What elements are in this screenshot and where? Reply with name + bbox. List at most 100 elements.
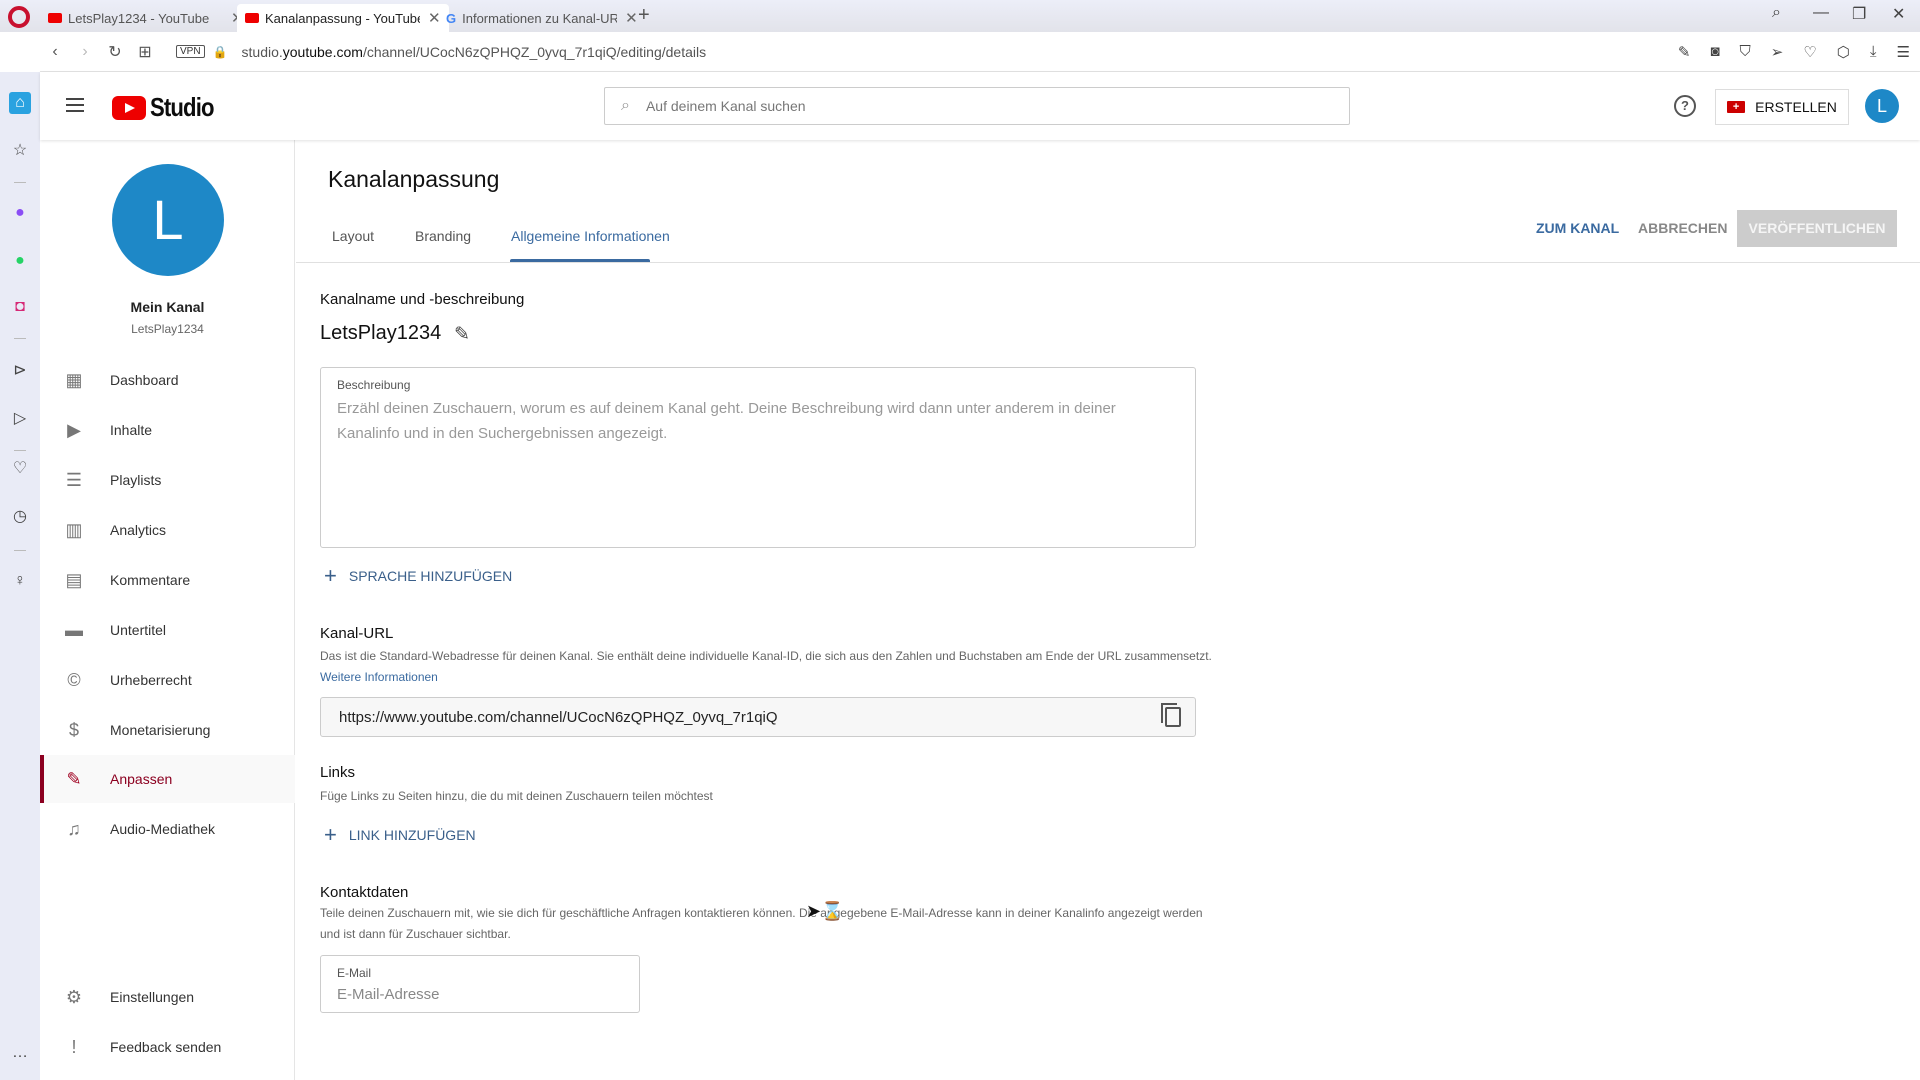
sidebar-item-audio-mediathek[interactable]: ♫ Audio-Mediathek: [40, 805, 295, 853]
description-label: Beschreibung: [337, 378, 411, 392]
content-icon: ▶: [67, 420, 81, 440]
edit-icon[interactable]: ✎: [1678, 43, 1691, 61]
channel-url-value[interactable]: https://www.youtube.com/channel/UCocN6zQ…: [339, 709, 1165, 726]
easy-setup-icon[interactable]: ☰: [1897, 43, 1910, 61]
address-bar-icons: ✎ ◙ ⛉ ➢ ♡ ⬡ ⤓ ☰: [1678, 43, 1910, 61]
channel-avatar[interactable]: L: [112, 164, 224, 276]
new-tab-button[interactable]: +: [638, 4, 650, 27]
sidebar-item-label: Untertitel: [110, 622, 167, 638]
opera-logo-icon[interactable]: [8, 6, 30, 28]
back-icon[interactable]: ‹: [40, 43, 70, 61]
lightbulb-icon[interactable]: ♀: [9, 570, 31, 592]
playlists-icon: ☰: [65, 470, 83, 490]
tab-label: LetsPlay1234 - YouTube: [68, 10, 210, 26]
sidebar-item-untertitel[interactable]: ▬ Untertitel: [40, 606, 295, 654]
tab-allgemeine-informationen[interactable]: Allgemeine Informationen: [511, 228, 670, 244]
name-section-heading: Kanalname und -beschreibung: [320, 291, 525, 308]
create-label: ERSTELLEN: [1755, 99, 1837, 115]
channel-name: LetsPlay1234: [320, 322, 442, 344]
url-help-text: Das ist die Standard-Webadresse für dein…: [320, 646, 1220, 688]
browser-tab[interactable]: LetsPlay1234 - YouTube ✕: [40, 4, 252, 32]
send-icon[interactable]: ➢: [1771, 43, 1784, 61]
add-language-button[interactable]: + SPRACHE HINZUFÜGEN: [324, 563, 512, 589]
channel-url-field: https://www.youtube.com/channel/UCocN6zQ…: [320, 697, 1196, 737]
tab-label: Kanalanpassung - YouTube: [265, 10, 420, 26]
window-close-icon[interactable]: ✕: [1892, 4, 1905, 24]
url-field[interactable]: studio.youtube.com/channel/UCocN6zQPHQZ_…: [242, 44, 707, 60]
heart-icon[interactable]: ♡: [1803, 43, 1816, 61]
camera-icon[interactable]: ◙: [1710, 43, 1719, 61]
send-icon[interactable]: ▷: [9, 408, 31, 430]
channel-title: Mein Kanal: [130, 299, 205, 315]
create-button[interactable]: + ERSTELLEN: [1715, 89, 1849, 125]
subtitles-icon: ▬: [65, 620, 83, 640]
sidebar-item-label: Inhalte: [110, 422, 153, 438]
copyright-icon: ©: [67, 670, 81, 690]
sidebar-divider: [14, 182, 26, 183]
email-field: E-Mail: [320, 955, 640, 1013]
sidebar-item-analytics[interactable]: ▥ Analytics: [40, 506, 295, 554]
download-icon[interactable]: ⤓: [1870, 43, 1877, 61]
messenger-icon[interactable]: ●: [9, 202, 31, 224]
adblock-icon[interactable]: ⛉: [1740, 43, 1751, 61]
sidebar-item-feedback[interactable]: ! Feedback senden: [40, 1023, 295, 1071]
add-language-label: SPRACHE HINZUFÜGEN: [348, 568, 513, 584]
edit-pencil-icon[interactable]: ✎: [454, 323, 470, 346]
description-input[interactable]: [337, 396, 1182, 536]
reload-icon[interactable]: ↻: [100, 42, 130, 62]
channel-search: ⌕: [604, 87, 1350, 125]
heart-icon[interactable]: ♡: [9, 458, 31, 480]
page-title: Kanalanpassung: [328, 166, 500, 192]
more-info-link[interactable]: Weitere Informationen: [320, 670, 438, 684]
restore-icon[interactable]: ❐: [1852, 4, 1866, 24]
email-label: E-Mail: [337, 966, 372, 980]
sidebar-item-inhalte[interactable]: ▶ Inhalte: [40, 406, 295, 454]
sidebar-item-urheberrecht[interactable]: © Urheberrecht: [40, 656, 295, 704]
view-channel-button[interactable]: ZUM KANAL: [1536, 220, 1619, 236]
extensions-cube-icon[interactable]: ⬡: [1837, 43, 1850, 61]
close-icon[interactable]: ✕: [625, 9, 638, 27]
email-input[interactable]: [337, 986, 627, 1003]
browser-tab-active[interactable]: Kanalanpassung - YouTube ✕: [237, 4, 449, 32]
menu-icon[interactable]: [66, 98, 84, 112]
sidebar-item-kommentare[interactable]: ▤ Kommentare: [40, 556, 295, 604]
browser-search-icon[interactable]: ⌕: [1772, 4, 1781, 22]
home-icon[interactable]: ⌂: [9, 92, 31, 114]
sidebar-item-label: Playlists: [110, 472, 162, 488]
account-avatar[interactable]: L: [1865, 89, 1899, 123]
studio-sidebar: L Mein Kanal LetsPlay1234 ▦ Dashboard ▶ …: [40, 140, 295, 1080]
tabs-grid-icon[interactable]: ⊞: [130, 42, 160, 62]
sidebar-item-anpassen[interactable]: ✎ Anpassen: [40, 755, 295, 803]
url-help: Das ist die Standard-Webadresse für dein…: [320, 649, 1212, 663]
tab-layout[interactable]: Layout: [332, 228, 374, 244]
publish-button[interactable]: VERÖFFENTLICHEN: [1737, 210, 1897, 247]
instagram-icon[interactable]: ◘: [9, 296, 31, 318]
browser-tab[interactable]: G Informationen zu Kanal-UR ✕: [438, 4, 646, 32]
dollar-icon: $: [68, 720, 79, 740]
player-icon[interactable]: ⊳: [9, 360, 31, 382]
vpn-badge[interactable]: VPN: [176, 45, 205, 58]
sidebar-divider: [14, 550, 26, 551]
search-input[interactable]: [645, 98, 1349, 114]
plus-icon: +: [324, 822, 337, 847]
history-clock-icon[interactable]: ◷: [9, 506, 31, 528]
more-icon[interactable]: …: [9, 1042, 31, 1064]
cancel-button[interactable]: ABBRECHEN: [1638, 220, 1727, 236]
sidebar-item-dashboard[interactable]: ▦ Dashboard: [40, 356, 295, 404]
sidebar-item-monetarisierung[interactable]: $ Monetarisierung: [40, 706, 295, 754]
sidebar-item-playlists[interactable]: ☰ Playlists: [40, 456, 295, 504]
lock-icon[interactable]: 🔒: [213, 45, 228, 59]
copy-icon[interactable]: [1161, 703, 1181, 727]
whatsapp-icon[interactable]: ●: [9, 250, 31, 272]
add-link-button[interactable]: + LINK HINZUFÜGEN: [324, 822, 476, 848]
youtube-studio-logo[interactable]: Studio: [112, 92, 225, 123]
dashboard-icon: ▦: [65, 370, 83, 390]
star-icon[interactable]: ☆: [9, 140, 31, 162]
sidebar-divider: [14, 338, 26, 339]
minimize-icon[interactable]: —: [1813, 4, 1829, 22]
sidebar-item-einstellungen[interactable]: ⚙ Einstellungen: [40, 973, 295, 1021]
busy-cursor-icon: ➤⌛: [806, 901, 844, 921]
help-icon[interactable]: ?: [1674, 95, 1696, 117]
tab-branding[interactable]: Branding: [415, 228, 471, 244]
forward-icon[interactable]: ›: [70, 43, 100, 61]
